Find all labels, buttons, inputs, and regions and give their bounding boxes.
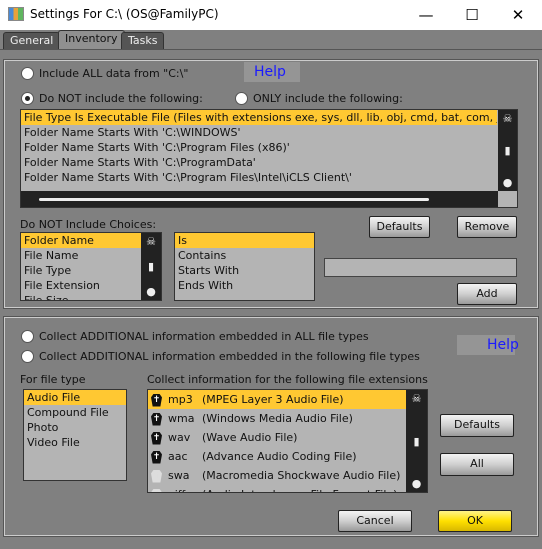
- extension-description: (MPEG Layer 3 Audio File): [202, 393, 344, 406]
- vertical-scrollbar[interactable]: ☠ ▮ ●: [141, 233, 161, 300]
- cancel-button[interactable]: Cancel: [338, 510, 412, 532]
- collect-all-radio[interactable]: [21, 330, 34, 343]
- list-item[interactable]: Contains: [175, 248, 314, 263]
- only-include-radio[interactable]: [235, 92, 248, 105]
- vertical-scrollbar[interactable]: ☠ ▮ ●: [406, 390, 427, 492]
- list-item[interactable]: Audio File: [24, 390, 126, 405]
- list-item[interactable]: File Type Is Executable File (Files with…: [21, 110, 497, 125]
- extension-item[interactable]: ✝ wma (Windows Media Audio File): [148, 409, 406, 428]
- value-input[interactable]: [324, 258, 517, 277]
- extension-description: (Advance Audio Coding File): [202, 450, 357, 463]
- list-item[interactable]: Folder Name: [21, 233, 141, 248]
- list-item[interactable]: File Size: [21, 293, 141, 300]
- do-not-include-label: Do NOT include the following:: [39, 92, 203, 105]
- extension-code: aac: [168, 450, 188, 463]
- tab-inventory[interactable]: Inventory: [58, 30, 125, 49]
- collect-following-radio[interactable]: [21, 350, 34, 363]
- include-all-label: Include ALL data from "C:\": [39, 67, 189, 80]
- extension-code: wav: [168, 431, 191, 444]
- collect-following-label: Collect ADDITIONAL information embedded …: [39, 350, 420, 363]
- do-not-include-radio[interactable]: [21, 92, 34, 105]
- app-icon: [8, 7, 24, 21]
- list-item[interactable]: Is: [175, 233, 314, 248]
- extension-defaults-button[interactable]: Defaults: [440, 414, 514, 437]
- extension-code: swa: [168, 469, 190, 482]
- list-item[interactable]: Starts With: [175, 263, 314, 278]
- tab-general[interactable]: General: [3, 32, 61, 49]
- minimize-button[interactable]: —: [403, 2, 449, 28]
- list-item[interactable]: Ends With: [175, 278, 314, 293]
- only-include-label: ONLY include the following:: [253, 92, 403, 105]
- horizontal-scrollbar[interactable]: [21, 191, 498, 207]
- add-button[interactable]: Add: [457, 283, 517, 305]
- extension-list[interactable]: ✝ mp3 (MPEG Layer 3 Audio File) ✝ wma (Window…: [147, 389, 428, 493]
- coffin-checkbox-icon[interactable]: ✝: [151, 412, 162, 426]
- tab-tasks[interactable]: Tasks: [121, 32, 165, 49]
- close-button[interactable]: ✕: [495, 2, 541, 28]
- extension-item[interactable]: ✝ aiff(Audio Interchange File Format File…: [148, 485, 406, 492]
- list-item[interactable]: File Name: [21, 248, 141, 263]
- extensions-label: Collect information for the following fi…: [147, 373, 428, 386]
- extension-item[interactable]: ✝ swa (Macromedia Shockwave Audio File): [148, 466, 406, 485]
- extension-item[interactable]: ✝ aac (Advance Audio Coding File): [148, 447, 406, 466]
- choices-label: Do NOT Include Choices:: [20, 218, 157, 231]
- exclusion-rules-list[interactable]: File Type Is Executable File (Files with…: [20, 109, 518, 208]
- collect-all-label: Collect ADDITIONAL information embedded …: [39, 330, 369, 343]
- extension-description: (Windows Media Audio File): [202, 412, 353, 425]
- help-link[interactable]: Help: [457, 335, 519, 355]
- list-item[interactable]: Compound File: [24, 405, 126, 420]
- extension-code: wma: [168, 412, 195, 425]
- file-type-label: For file type: [20, 373, 86, 386]
- help-link[interactable]: Help: [244, 62, 300, 82]
- list-item[interactable]: Photo: [24, 420, 126, 435]
- extension-description: (Wave Audio File): [202, 431, 298, 444]
- field-list[interactable]: Folder Name File Name File Type File Ext…: [20, 232, 162, 301]
- extension-code: mp3: [168, 393, 193, 406]
- include-all-radio[interactable]: [21, 67, 34, 80]
- extension-description: (Audio Interchange File Format File): [202, 488, 397, 492]
- list-item[interactable]: Folder Name Starts With 'C:\WINDOWS': [21, 125, 497, 140]
- coffin-checkbox-icon[interactable]: ✝: [151, 431, 162, 445]
- list-item[interactable]: Video File: [24, 435, 126, 450]
- defaults-button[interactable]: Defaults: [369, 216, 430, 238]
- scrollbar-thumb[interactable]: [39, 198, 429, 201]
- all-button[interactable]: All: [440, 453, 514, 476]
- file-type-list[interactable]: Audio File Compound File Photo Video Fil…: [23, 389, 127, 481]
- coffin-checkbox-icon[interactable]: ✝: [151, 469, 162, 483]
- ok-button[interactable]: OK: [438, 510, 512, 532]
- vertical-scrollbar[interactable]: ☠ ▮ ●: [498, 110, 517, 191]
- list-item[interactable]: File Extension: [21, 278, 141, 293]
- list-item[interactable]: Folder Name Starts With 'C:\ProgramData': [21, 155, 497, 170]
- extension-item[interactable]: ✝ mp3 (MPEG Layer 3 Audio File): [148, 390, 406, 409]
- coffin-checkbox-icon[interactable]: ✝: [151, 450, 162, 464]
- coffin-checkbox-icon[interactable]: ✝: [151, 488, 162, 492]
- list-item[interactable]: Folder Name Starts With 'C:\Program File…: [21, 140, 497, 155]
- remove-button[interactable]: Remove: [457, 216, 517, 238]
- coffin-checkbox-icon[interactable]: ✝: [151, 393, 162, 407]
- extension-item[interactable]: ✝ wav (Wave Audio File): [148, 428, 406, 447]
- operator-list[interactable]: Is Contains Starts With Ends With: [174, 232, 315, 301]
- extension-description: (Macromedia Shockwave Audio File): [202, 469, 401, 482]
- window-title: Settings For C:\ (OS@FamilyPC): [30, 7, 219, 21]
- list-item[interactable]: File Type: [21, 263, 141, 278]
- maximize-button[interactable]: ☐: [449, 2, 495, 28]
- extension-code: aiff: [168, 485, 202, 492]
- list-item[interactable]: Folder Name Starts With 'C:\Program File…: [21, 170, 497, 185]
